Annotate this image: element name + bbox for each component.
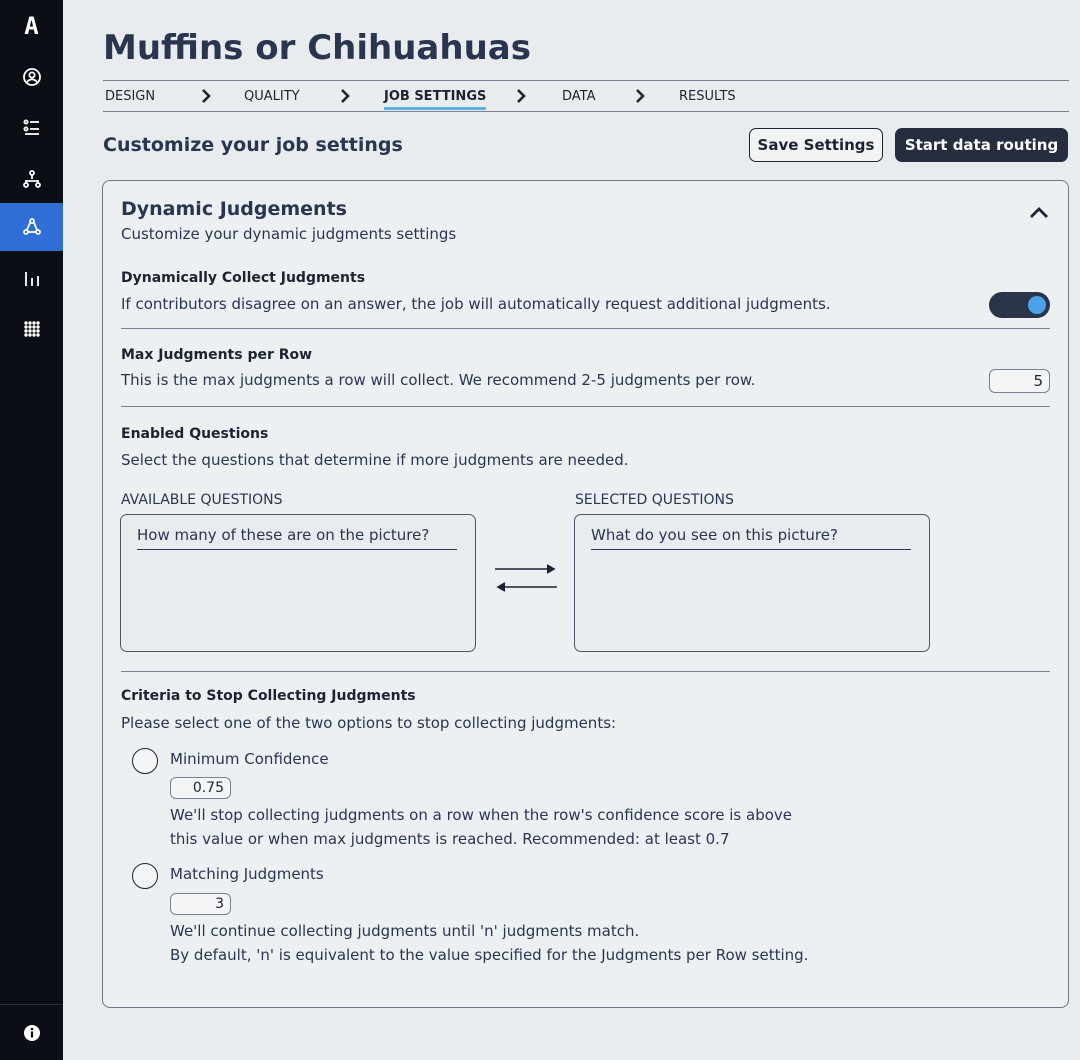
min-confidence-input[interactable]: 0.75 xyxy=(170,777,231,799)
breadcrumb: DESIGN QUALITY JOB SETTINGS DATA RESULTS xyxy=(103,80,1069,112)
chevron-right-icon xyxy=(517,89,526,103)
dynamic-collect-label: Dynamically Collect Judgments xyxy=(121,270,366,286)
sidebar-item-routing[interactable] xyxy=(0,203,63,251)
dynamic-collect-toggle[interactable] xyxy=(989,292,1050,318)
divider xyxy=(121,671,1050,672)
matching-judgments-input[interactable]: 3 xyxy=(170,893,231,915)
matching-judgments-help: By default, 'n' is equivalent to the val… xyxy=(170,946,809,964)
sidebar-item-workflow[interactable] xyxy=(0,155,63,203)
breadcrumb-data[interactable]: DATA xyxy=(562,89,596,104)
criteria-description: Please select one of the two options to … xyxy=(121,714,617,732)
divider xyxy=(121,406,1050,407)
breadcrumb-results[interactable]: RESULTS xyxy=(679,89,736,104)
routing-icon xyxy=(22,218,41,235)
matching-judgments-radio[interactable] xyxy=(132,863,158,889)
info-icon xyxy=(23,1024,40,1041)
available-question-item[interactable]: How many of these are on the picture? xyxy=(137,526,457,550)
transfer-arrows-icon[interactable] xyxy=(495,561,557,595)
grid-icon xyxy=(23,321,40,337)
max-judgments-label: Max Judgments per Row xyxy=(121,347,313,363)
sidebar: A xyxy=(0,0,63,1060)
min-confidence-radio[interactable] xyxy=(132,748,158,774)
bar-chart-icon xyxy=(24,272,39,286)
enabled-questions-description: Select the questions that determine if m… xyxy=(121,451,629,469)
divider xyxy=(121,328,1050,329)
min-confidence-help: We'll stop collecting judgments on a row… xyxy=(170,806,792,824)
card-subtitle: Customize your dynamic judgments setting… xyxy=(121,225,457,243)
selected-question-item[interactable]: What do you see on this picture? xyxy=(591,526,911,550)
sidebar-item-list[interactable] xyxy=(0,103,63,151)
dynamic-collect-description: If contributors disagree on an answer, t… xyxy=(121,295,831,313)
min-confidence-help: this value or when max judgments is reac… xyxy=(170,830,730,848)
chevron-right-icon xyxy=(202,89,211,103)
sidebar-item-profile[interactable] xyxy=(0,53,63,101)
user-circle-icon xyxy=(22,68,41,86)
app-logo[interactable]: A xyxy=(0,8,63,44)
start-data-routing-button[interactable]: Start data routing xyxy=(895,128,1068,162)
breadcrumb-quality[interactable]: QUALITY xyxy=(244,89,300,104)
save-settings-button[interactable]: Save Settings xyxy=(749,128,883,162)
max-judgments-description: This is the max judgments a row will col… xyxy=(121,371,756,389)
toggle-knob xyxy=(1028,296,1046,314)
breadcrumb-design[interactable]: DESIGN xyxy=(105,89,155,104)
criteria-label: Criteria to Stop Collecting Judgments xyxy=(121,688,416,704)
matching-judgments-label: Matching Judgments xyxy=(170,865,324,883)
chevron-right-icon xyxy=(636,89,645,103)
hierarchy-icon xyxy=(22,170,41,188)
chevron-right-icon xyxy=(341,89,350,103)
section-title: Customize your job settings xyxy=(103,134,403,156)
sidebar-item-apps[interactable] xyxy=(0,305,63,353)
min-confidence-label: Minimum Confidence xyxy=(170,750,329,768)
max-judgments-input[interactable]: 5 xyxy=(989,369,1050,393)
sidebar-item-analytics[interactable] xyxy=(0,255,63,303)
matching-judgments-help: We'll continue collecting judgments unti… xyxy=(170,922,640,940)
sidebar-info[interactable] xyxy=(0,1004,63,1060)
dynamic-judgements-card: Dynamic Judgements Customize your dynami… xyxy=(102,180,1069,1008)
page-title: Muffins or Chihuahuas xyxy=(103,28,531,68)
selected-questions-header: SELECTED QUESTIONS xyxy=(575,492,734,508)
breadcrumb-job-settings[interactable]: JOB SETTINGS xyxy=(384,89,487,110)
available-questions-list[interactable]: How many of these are on the picture? xyxy=(120,514,476,652)
chevron-up-icon[interactable] xyxy=(1026,201,1052,223)
available-questions-header: AVAILABLE QUESTIONS xyxy=(121,492,283,508)
enabled-questions-label: Enabled Questions xyxy=(121,426,269,442)
selected-questions-list[interactable]: What do you see on this picture? xyxy=(574,514,930,652)
list-icon xyxy=(23,119,39,135)
card-title: Dynamic Judgements xyxy=(121,198,347,220)
